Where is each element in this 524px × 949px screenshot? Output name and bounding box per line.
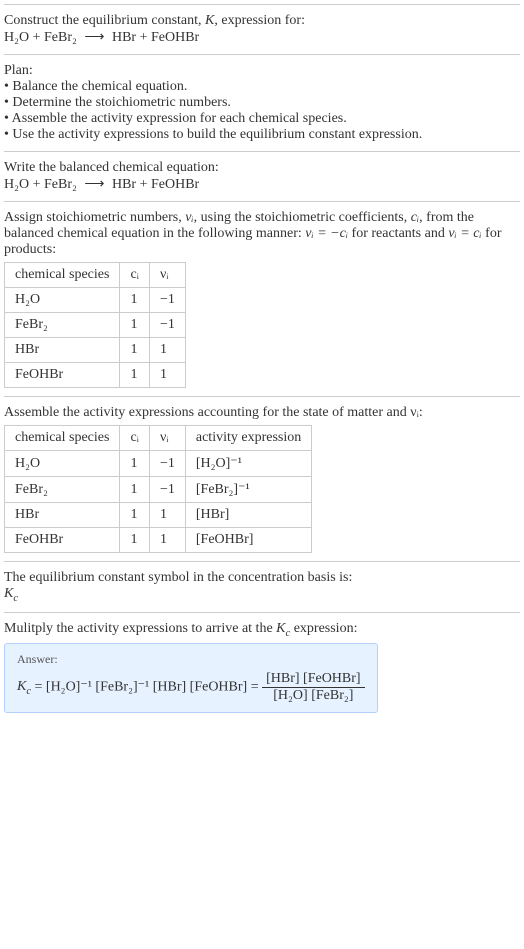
cell-species: FeOHBr	[5, 528, 120, 553]
intro-equation-lhs: H₂O + FeBr₂	[4, 30, 77, 45]
cell-species: FeOHBr	[5, 363, 120, 388]
fraction: [HBr] [FeOHBr] [H₂O] [FeBr₂]	[262, 671, 364, 704]
answer-label: Answer:	[17, 652, 365, 667]
cell-ci: 1	[120, 503, 150, 528]
cell-ci: 1	[120, 363, 150, 388]
table-row: H₂O 1 −1 [H₂O]⁻¹	[5, 451, 312, 477]
arrow-icon: ⟶	[80, 30, 108, 45]
arrow-icon: ⟶	[80, 177, 108, 192]
cell-nu: 1	[149, 528, 185, 553]
cell-ci: 1	[120, 288, 150, 313]
balanced-heading: Write the balanced chemical equation:	[4, 160, 520, 176]
table-row: H₂O 1 −1	[5, 288, 186, 313]
ci-var: cᵢ	[411, 210, 419, 225]
table-row: HBr 1 1	[5, 338, 186, 363]
kc-desc: The equilibrium constant symbol in the c…	[4, 570, 520, 586]
cell-ci: 1	[120, 528, 150, 553]
cell-ci: 1	[120, 451, 150, 477]
table-row: FeOHBr 1 1 [FeOHBr]	[5, 528, 312, 553]
plan-bullet-3: • Assemble the activity expression for e…	[4, 111, 520, 127]
intro-text: Construct the equilibrium constant,	[4, 13, 205, 28]
cell-species: HBr	[5, 503, 120, 528]
kc-symbol-block: The equilibrium constant symbol in the c…	[4, 561, 520, 612]
col-nu: νᵢ	[149, 426, 185, 451]
table-header-row: chemical species cᵢ νᵢ activity expressi…	[5, 426, 312, 451]
rel2: νᵢ = cᵢ	[448, 226, 481, 241]
cell-nu: 1	[149, 338, 185, 363]
cell-ci: 1	[120, 338, 150, 363]
col-species: chemical species	[5, 426, 120, 451]
kc-symbol: Kc	[4, 586, 520, 604]
cell-species: H₂O	[5, 288, 120, 313]
cell-nu: 1	[149, 363, 185, 388]
cell-ci: 1	[120, 477, 150, 503]
cell-activity: [FeBr₂]⁻¹	[185, 477, 311, 503]
cell-activity: [HBr]	[185, 503, 311, 528]
col-ci: cᵢ	[120, 426, 150, 451]
cell-species: HBr	[5, 338, 120, 363]
cell-nu: 1	[149, 503, 185, 528]
plan-block: Plan: • Balance the chemical equation. •…	[4, 54, 520, 151]
multiply-block: Mulitply the activity expressions to arr…	[4, 612, 520, 721]
stoich-block: Assign stoichiometric numbers, νᵢ, using…	[4, 201, 520, 396]
balanced-block: Write the balanced chemical equation: H₂…	[4, 151, 520, 201]
cell-activity: [H₂O]⁻¹	[185, 451, 311, 477]
col-activity: activity expression	[185, 426, 311, 451]
table-row: HBr 1 1 [HBr]	[5, 503, 312, 528]
cell-nu: −1	[149, 451, 185, 477]
cell-activity: [FeOHBr]	[185, 528, 311, 553]
stoich-table: chemical species cᵢ νᵢ H₂O 1 −1 FeBr₂ 1 …	[4, 262, 186, 388]
col-ci: cᵢ	[120, 263, 150, 288]
activity-table: chemical species cᵢ νᵢ activity expressi…	[4, 425, 312, 553]
cell-nu: −1	[149, 288, 185, 313]
col-nu: νᵢ	[149, 263, 185, 288]
stoich-text-1: Assign stoichiometric numbers,	[4, 210, 185, 225]
cell-species: H₂O	[5, 451, 120, 477]
plan-heading: Plan:	[4, 63, 520, 79]
plan-bullet-2: • Determine the stoichiometric numbers.	[4, 95, 520, 111]
fraction-numerator: [HBr] [FeOHBr]	[262, 671, 364, 688]
intro-text-b: , expression for:	[214, 13, 305, 28]
table-row: FeBr₂ 1 −1	[5, 313, 186, 338]
table-row: FeOHBr 1 1	[5, 363, 186, 388]
balanced-equation-lhs: H₂O + FeBr₂	[4, 177, 77, 192]
plan-bullet-1: • Balance the chemical equation.	[4, 79, 520, 95]
activity-block: Assemble the activity expressions accoun…	[4, 396, 520, 561]
intro-equation-rhs: HBr + FeOHBr	[112, 30, 199, 45]
table-row: FeBr₂ 1 −1 [FeBr₂]⁻¹	[5, 477, 312, 503]
rel1: νᵢ = −cᵢ	[305, 226, 348, 241]
multiply-desc: Mulitply the activity expressions to arr…	[4, 621, 357, 636]
col-species: chemical species	[5, 263, 120, 288]
cell-species: FeBr₂	[5, 477, 120, 503]
nu-var: νᵢ	[185, 210, 193, 225]
cell-species: FeBr₂	[5, 313, 120, 338]
fraction-denominator: [H₂O] [FeBr₂]	[262, 688, 364, 704]
intro-block: Construct the equilibrium constant, K, e…	[4, 4, 520, 54]
cell-ci: 1	[120, 313, 150, 338]
cell-nu: −1	[149, 477, 185, 503]
answer-equation: Kc = [H₂O]⁻¹ [FeBr₂]⁻¹ [HBr] [FeOHBr] = …	[17, 671, 365, 704]
cell-nu: −1	[149, 313, 185, 338]
plan-bullet-4: • Use the activity expressions to build …	[4, 127, 520, 143]
activity-desc: Assemble the activity expressions accoun…	[4, 405, 520, 421]
stoich-text-2: , using the stoichiometric coefficients,	[194, 210, 411, 225]
table-header-row: chemical species cᵢ νᵢ	[5, 263, 186, 288]
answer-box: Answer: Kc = [H₂O]⁻¹ [FeBr₂]⁻¹ [HBr] [Fe…	[4, 643, 378, 713]
k-var: K	[205, 13, 214, 28]
stoich-text-4: for reactants and	[348, 226, 448, 241]
balanced-equation-rhs: HBr + FeOHBr	[112, 177, 199, 192]
